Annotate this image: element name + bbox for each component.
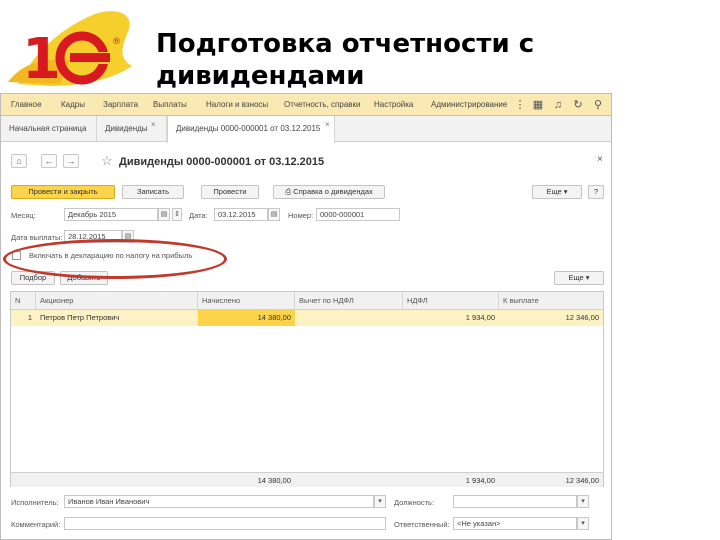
column-header-deduction[interactable]: Вычет по НДФЛ <box>295 292 403 310</box>
cell-payout: 12 346,00 <box>565 313 599 322</box>
more-icon[interactable]: ⋮ <box>513 98 527 112</box>
calendar-icon[interactable]: ▤ <box>158 208 170 221</box>
grid-icon[interactable]: ▦ <box>531 98 545 112</box>
position-label: Должность: <box>394 498 435 507</box>
help-button[interactable]: ? <box>588 185 604 199</box>
favorite-star-icon[interactable]: ☆ <box>101 153 113 169</box>
slide-title: Подготовка отчетности с дивидендами <box>156 29 535 91</box>
month-stepper[interactable]: ⇕ <box>172 208 182 221</box>
add-button[interactable]: Добавить <box>60 271 108 285</box>
responsible-label: Ответственный: <box>394 520 450 529</box>
dropdown-icon[interactable]: ▾ <box>577 517 589 530</box>
number-field[interactable]: 0000-000001 <box>316 208 400 221</box>
search-icon[interactable]: ⚲ <box>591 98 605 112</box>
pick-button[interactable]: Подбор <box>11 271 55 285</box>
back-arrow-icon[interactable]: ← <box>41 154 57 168</box>
date-field[interactable]: 03.12.2015 <box>214 208 268 221</box>
tab-home[interactable]: Начальная страница <box>1 116 97 142</box>
date-label: Дата: <box>189 211 208 220</box>
calendar-icon[interactable]: ▤ <box>122 230 134 243</box>
document-title: Дивиденды 0000-000001 от 03.12.2015 <box>119 156 325 168</box>
bell-icon[interactable]: ♫ <box>551 98 565 112</box>
more-label: Еще <box>568 273 584 282</box>
svg-text:®: ® <box>112 37 121 47</box>
cell-deduction <box>295 310 403 326</box>
include-in-declaration-label: Включать в декларацию по налогу на прибы… <box>29 251 193 260</box>
home-icon[interactable]: ⌂ <box>11 154 27 168</box>
tabs-bar: Начальная страница Дивиденды × Дивиденды… <box>1 116 611 143</box>
dropdown-icon[interactable]: ▾ <box>577 495 589 508</box>
column-header-n[interactable]: N <box>11 292 36 310</box>
post-and-close-button[interactable]: Провести и закрыть <box>11 185 115 199</box>
menu-item-settings[interactable]: Настройка <box>374 100 413 109</box>
cell-holder: Петров Петр Петрович <box>40 313 120 322</box>
column-header-ndfl[interactable]: НДФЛ <box>403 292 499 310</box>
more-button[interactable]: Еще ▾ <box>532 185 582 199</box>
cell-ndfl: 1 934,00 <box>465 313 495 322</box>
menu-item-salary[interactable]: Зарплата <box>103 100 138 109</box>
table-header: N Акционер Начислено Вычет по НДФЛ НДФЛ … <box>11 292 603 310</box>
more-label: Еще <box>546 187 562 196</box>
dividends-table: N Акционер Начислено Вычет по НДФЛ НДФЛ … <box>10 291 604 487</box>
certificate-label: Справка о дивидендах <box>293 187 373 196</box>
menu-item-hr[interactable]: Кадры <box>61 100 85 109</box>
responsible-field[interactable]: <Не указан> <box>453 517 577 530</box>
tab-dividends-doc[interactable]: Дивиденды 0000-000001 от 03.12.2015 <box>167 116 335 143</box>
tab-label: Дивиденды <box>105 124 148 133</box>
save-button[interactable]: Записать <box>122 185 184 199</box>
forward-arrow-icon[interactable]: → <box>63 154 79 168</box>
menu-item-taxes[interactable]: Налоги и взносы <box>206 100 268 109</box>
tab-dividends-list[interactable]: Дивиденды <box>97 116 167 142</box>
dropdown-icon[interactable]: ▾ <box>374 495 386 508</box>
total-accrued: 14 380,00 <box>257 476 291 485</box>
month-field[interactable]: Декабрь 2015 <box>64 208 158 221</box>
cell-n: 1 <box>27 313 32 322</box>
include-in-declaration-checkbox[interactable] <box>12 251 21 260</box>
table-more-button[interactable]: Еще ▾ <box>554 271 604 285</box>
dividend-certificate-button[interactable]: ⎙ Справка о дивидендах <box>273 185 385 199</box>
comment-label: Комментарий: <box>11 520 61 529</box>
svg-text:1: 1 <box>22 27 61 92</box>
month-label: Месяц: <box>11 211 36 220</box>
post-button[interactable]: Провести <box>201 185 259 199</box>
close-icon[interactable]: × <box>325 120 330 129</box>
executor-field[interactable]: Иванов Иван Иванович <box>64 495 374 508</box>
document-header: ⌂ ← → ☆ Дивиденды 0000-000001 от 03.12.2… <box>1 142 611 178</box>
number-label: Номер: <box>288 211 314 220</box>
logo-1c-icon: 1 ® <box>8 11 132 92</box>
chevron-down-icon: ▾ <box>563 187 568 196</box>
position-field[interactable] <box>453 495 577 508</box>
table-row[interactable]: 1 Петров Петр Петрович 14 380,00 1 934,0… <box>11 310 603 326</box>
pay-date-label: Дата выплаты: <box>11 233 63 242</box>
comment-field[interactable] <box>64 517 386 530</box>
column-header-holder[interactable]: Акционер <box>36 292 198 310</box>
column-header-accrued[interactable]: Начислено <box>198 292 295 310</box>
table-totals: 14 380,00 1 934,00 12 346,00 <box>11 472 603 487</box>
column-header-payout[interactable]: К выплате <box>499 292 603 310</box>
pay-date-field[interactable]: 28.12.2015 <box>64 230 122 243</box>
close-icon[interactable]: × <box>151 120 156 129</box>
menu-item-main[interactable]: Главное <box>11 100 42 109</box>
total-ndfl: 1 934,00 <box>465 476 495 485</box>
menu-item-payments[interactable]: Выплаты <box>153 100 187 109</box>
close-icon[interactable]: × <box>597 154 603 165</box>
app-window: Главное Кадры Зарплата Выплаты Налоги и … <box>0 93 612 540</box>
total-payout: 12 346,00 <box>565 476 599 485</box>
menu-item-admin[interactable]: Администрирование <box>431 100 507 109</box>
tab-label: Дивиденды 0000-000001 от 03.12.2015 <box>176 124 321 133</box>
history-icon[interactable]: ↻ <box>571 98 585 112</box>
brand-logo: 1 ® <box>0 0 150 92</box>
cell-accrued[interactable]: 14 380,00 <box>198 310 295 326</box>
calendar-icon[interactable]: ▤ <box>268 208 280 221</box>
executor-label: Исполнитель: <box>11 498 59 507</box>
chevron-down-icon: ▾ <box>585 273 590 282</box>
menu-item-reports[interactable]: Отчетность, справки <box>284 100 361 109</box>
menu-bar: Главное Кадры Зарплата Выплаты Налоги и … <box>1 94 611 116</box>
